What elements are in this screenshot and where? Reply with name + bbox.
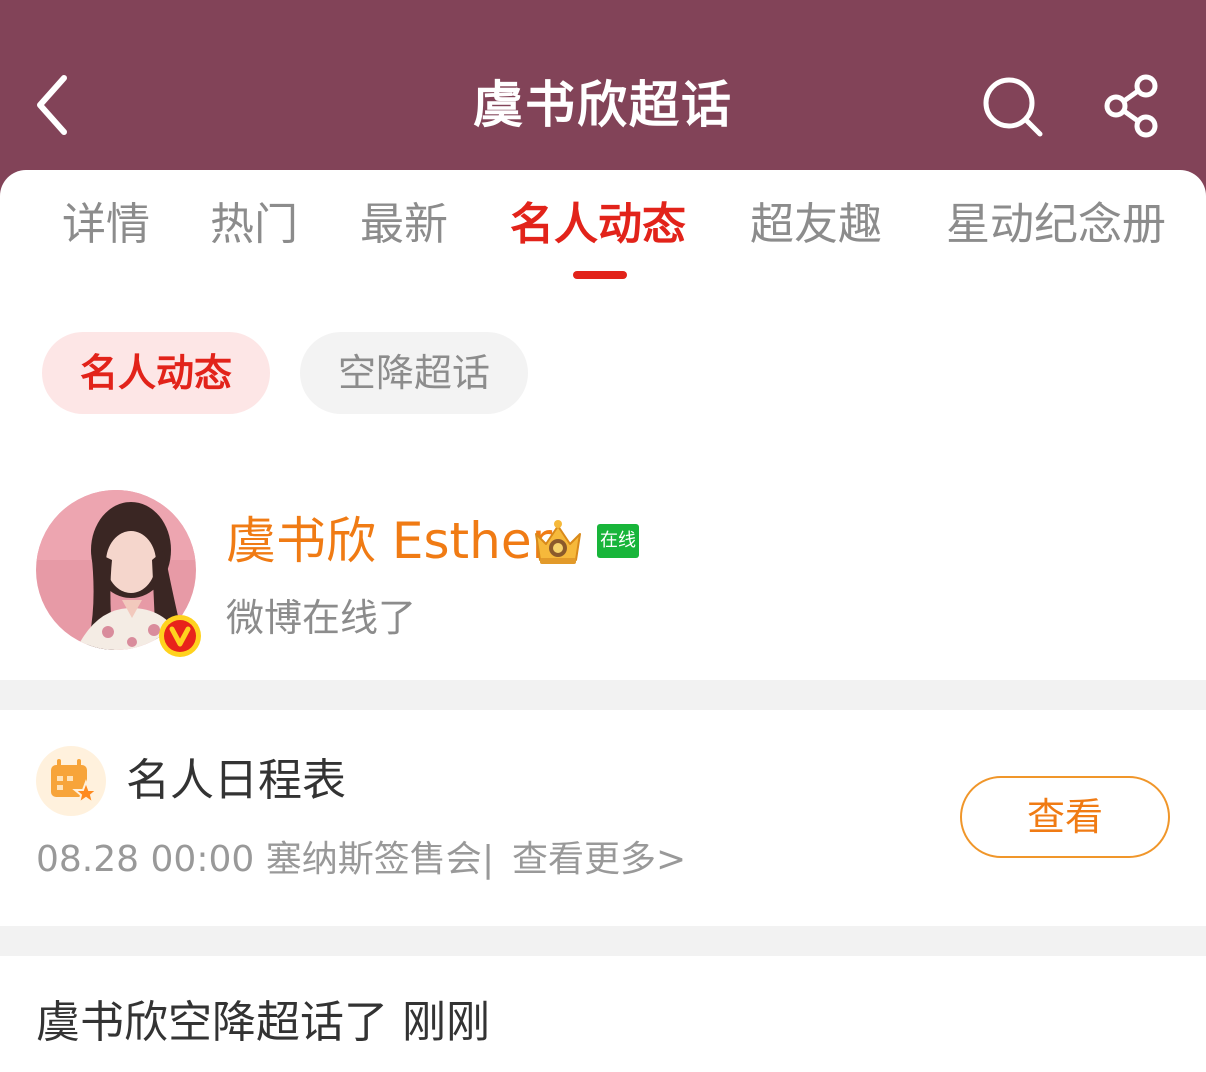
share-button[interactable] <box>1098 72 1166 140</box>
tab-bar: 详情 热门 最新 名人动态 超友趣 星动纪念册 <box>0 170 1206 280</box>
tab-star-album[interactable]: 星动纪念册 <box>946 194 1166 256</box>
view-more-link[interactable]: 查看更多> <box>512 834 686 886</box>
feed-item-text[interactable]: 虞书欣空降超话了 刚刚 <box>36 992 490 1054</box>
search-icon <box>983 77 1043 137</box>
tab-super-friends[interactable]: 超友趣 <box>750 194 882 256</box>
content-sheet: 详情 热门 最新 名人动态 超友趣 星动纪念册 名人动态 空降超话 虞书欣 Es… <box>0 170 1206 1072</box>
schedule-separator: | <box>482 839 495 880</box>
tab-celebrity-news[interactable]: 名人动态 <box>510 194 686 256</box>
section-divider <box>0 926 1206 956</box>
celebrity-profile[interactable]: 虞书欣 Esther 在线 微博在线了 <box>0 480 1206 680</box>
verified-v-icon <box>159 615 201 657</box>
schedule-event-text: 08.28 00:00 塞纳斯签售会 <box>36 839 482 880</box>
calendar-star-icon <box>36 746 106 816</box>
view-schedule-button[interactable]: 查看 <box>960 776 1170 858</box>
tab-hot[interactable]: 热门 <box>210 194 298 256</box>
subtab-celebrity-news[interactable]: 名人动态 <box>42 332 270 414</box>
section-divider <box>0 680 1206 710</box>
tab-details[interactable]: 详情 <box>62 194 150 256</box>
tab-latest[interactable]: 最新 <box>360 194 448 256</box>
active-tab-indicator <box>573 271 627 279</box>
subtab-airdrop[interactable]: 空降超话 <box>300 332 528 414</box>
online-badge: 在线 <box>597 524 639 558</box>
profile-status-text: 微博在线了 <box>226 596 417 640</box>
schedule-title: 名人日程表 <box>126 755 346 806</box>
crown-icon <box>535 520 581 564</box>
share-icon <box>1104 74 1158 138</box>
search-button[interactable] <box>978 72 1046 140</box>
celebrity-name[interactable]: 虞书欣 Esther <box>226 508 552 574</box>
